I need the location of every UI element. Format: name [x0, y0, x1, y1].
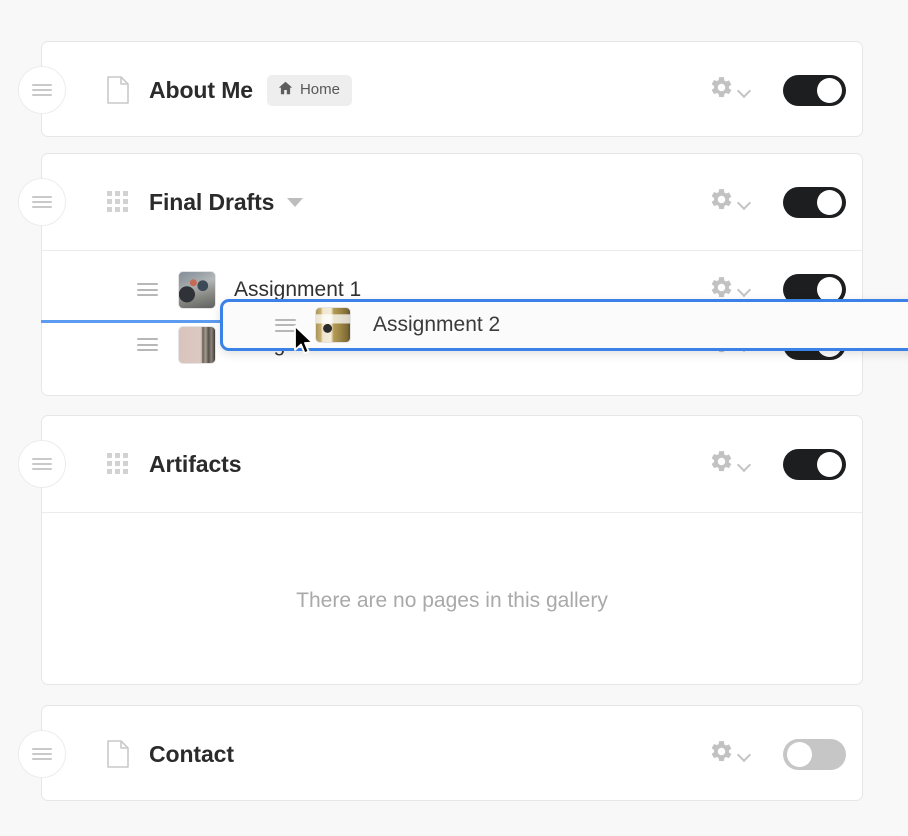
- home-badge: Home: [266, 74, 352, 106]
- reorder-handle-contact[interactable]: [18, 730, 66, 778]
- settings-menu-final-drafts[interactable]: [709, 187, 752, 217]
- page-document-icon: [105, 75, 131, 105]
- gallery-grid-icon: [105, 187, 131, 217]
- gear-icon: [709, 75, 734, 105]
- page-document-icon: [105, 739, 131, 769]
- drag-handle-icon: [32, 455, 52, 473]
- gallery-card-artifacts[interactable]: Artifacts There are no pages in this gal…: [18, 415, 863, 685]
- drag-handle-icon[interactable]: [137, 335, 158, 355]
- page-title: About Me: [149, 76, 253, 103]
- drag-preview-assignment-2[interactable]: Assignment 2: [220, 299, 908, 351]
- drag-handle-icon[interactable]: [137, 280, 158, 300]
- card-header: Contact: [18, 706, 862, 802]
- settings-menu-contact[interactable]: [709, 739, 752, 769]
- gallery-card-final-drafts[interactable]: Final Drafts Assignment 1: [18, 153, 863, 396]
- chevron-down-icon: [738, 750, 752, 759]
- card-controls: [709, 186, 846, 218]
- card-header: Artifacts: [18, 416, 862, 512]
- page-card-contact[interactable]: Contact: [18, 705, 863, 802]
- gallery-empty-body: There are no pages in this gallery: [42, 512, 862, 689]
- settings-menu-artifacts[interactable]: [709, 449, 752, 479]
- gallery-grid-icon: [105, 449, 131, 479]
- page-thumbnail: [178, 270, 216, 309]
- home-badge-label: Home: [299, 81, 340, 98]
- page-reorder-screen: About Me Home Final Drafts Assignment 1 …: [0, 0, 908, 836]
- reorder-handle-final-drafts[interactable]: [18, 178, 66, 226]
- visibility-toggle-artifacts[interactable]: [783, 448, 846, 480]
- card-controls: [709, 738, 846, 770]
- gallery-page-title: Assignment 1: [234, 277, 362, 301]
- reorder-handle-about-me[interactable]: [18, 66, 66, 114]
- chevron-down-icon: [738, 198, 752, 207]
- page-title: Contact: [149, 740, 234, 767]
- home-icon: [278, 81, 293, 99]
- drag-handle-icon: [32, 745, 52, 763]
- card-controls: [709, 448, 846, 480]
- card-header: Final Drafts: [18, 154, 862, 250]
- chevron-down-icon: [738, 460, 752, 469]
- gallery-title: Final Drafts: [149, 188, 275, 215]
- reorder-handle-artifacts[interactable]: [18, 440, 66, 488]
- chevron-down-icon: [738, 86, 752, 95]
- empty-gallery-message: There are no pages in this gallery: [296, 589, 608, 612]
- page-card-about-me[interactable]: About Me Home: [18, 41, 863, 138]
- chevron-down-icon: [738, 285, 752, 294]
- gallery-title: Artifacts: [149, 450, 242, 477]
- card-controls: [709, 74, 846, 106]
- drag-handle-icon: [32, 81, 52, 99]
- gear-icon: [709, 187, 734, 217]
- visibility-toggle-final-drafts[interactable]: [783, 186, 846, 218]
- gear-icon: [709, 739, 734, 769]
- page-thumbnail: [178, 325, 216, 364]
- drag-handle-icon: [32, 193, 52, 211]
- card-header: About Me Home: [18, 42, 862, 138]
- caret-down-icon[interactable]: [287, 197, 304, 207]
- page-thumbnail: [315, 307, 351, 343]
- visibility-toggle-about-me[interactable]: [783, 74, 846, 106]
- gear-icon: [709, 449, 734, 479]
- settings-menu-about-me[interactable]: [709, 75, 752, 105]
- drag-handle-icon[interactable]: [275, 315, 296, 335]
- drag-preview-title: Assignment 2: [373, 313, 501, 336]
- visibility-toggle-contact[interactable]: [783, 738, 846, 770]
